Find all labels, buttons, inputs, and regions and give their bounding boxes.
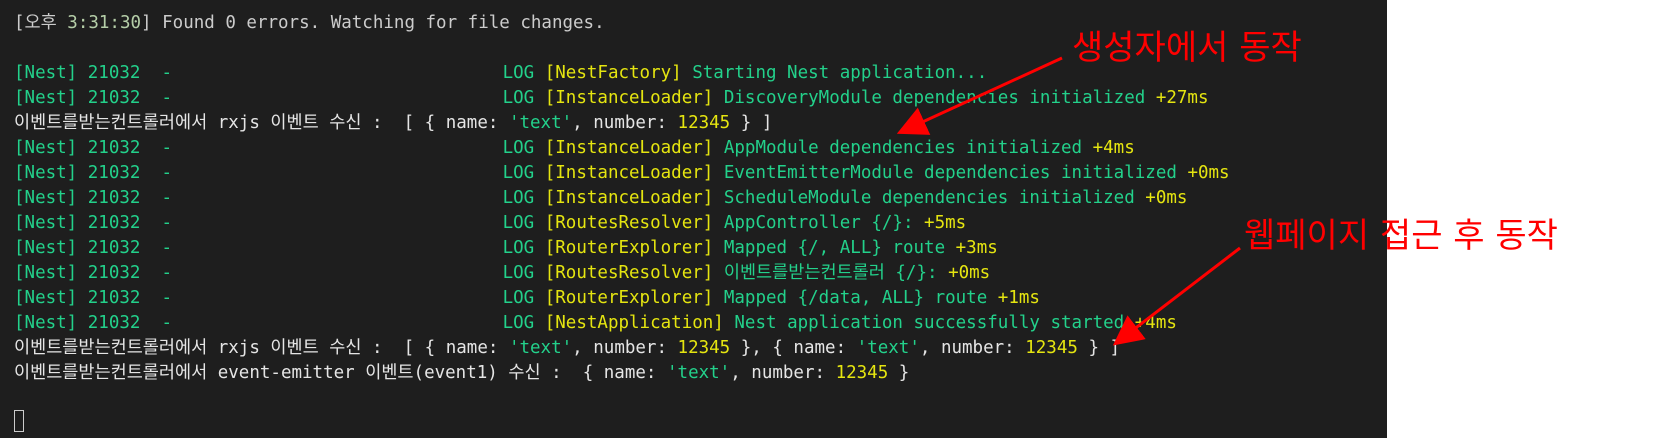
watch-prefix: [오후 xyxy=(14,13,68,33)
log-ms: +4ms xyxy=(1134,313,1177,333)
console-text: } ] xyxy=(1077,338,1121,358)
console-number: 12345 xyxy=(677,338,731,358)
console-line-3: 이벤트를받는컨트롤러에서 event-emitter 이벤트(event1) 수… xyxy=(14,360,909,386)
log-gap xyxy=(534,213,545,233)
log-row: [Nest] 21032 - LOG [NestFactory] Startin… xyxy=(14,60,987,86)
console-text: , number: xyxy=(730,363,836,383)
log-pid: [Nest] 21032 - xyxy=(14,138,183,158)
log-pid: [Nest] 21032 - xyxy=(14,213,183,233)
log-ms: +3ms xyxy=(955,238,998,258)
log-row: [Nest] 21032 - LOG [InstanceLoader] Sche… xyxy=(14,185,1187,211)
log-level: LOG xyxy=(502,63,535,83)
log-pid: [Nest] 21032 - xyxy=(14,63,183,83)
log-gap xyxy=(534,188,545,208)
log-row: [Nest] 21032 - LOG [RoutesResolver] AppC… xyxy=(14,210,966,236)
console-line-2: 이벤트를받는컨트롤러에서 rxjs 이벤트 수신 : [ { name: 'te… xyxy=(14,335,1120,361)
log-level: LOG xyxy=(502,213,535,233)
log-message: AppController {/}: xyxy=(713,213,925,233)
log-level: LOG xyxy=(502,138,535,158)
log-pid: [Nest] 21032 - xyxy=(14,263,183,283)
log-context: [InstanceLoader] xyxy=(544,88,714,108)
log-ms: +0ms xyxy=(948,263,991,283)
log-pid: [Nest] 21032 - xyxy=(14,313,183,333)
log-context: [InstanceLoader] xyxy=(544,188,714,208)
log-context: [NestApplication] xyxy=(544,313,724,333)
log-ms: +0ms xyxy=(1187,163,1230,183)
console-string: 'text' xyxy=(508,338,573,358)
watch-status-line: [오후 3:31:30] Found 0 errors. Watching fo… xyxy=(14,10,605,36)
log-message: DiscoveryModule dependencies initialized xyxy=(713,88,1156,108)
log-pid: [Nest] 21032 - xyxy=(14,188,183,208)
log-pid: [Nest] 21032 - xyxy=(14,163,183,183)
log-pid: [Nest] 21032 - xyxy=(14,238,183,258)
console-text: } xyxy=(888,363,910,383)
log-level: LOG xyxy=(502,263,535,283)
log-context: [InstanceLoader] xyxy=(544,163,714,183)
log-level: LOG xyxy=(502,238,535,258)
log-gap xyxy=(534,138,545,158)
log-gap xyxy=(534,88,545,108)
console-text: , number: xyxy=(572,113,678,133)
log-ms: +5ms xyxy=(924,213,967,233)
log-level: LOG xyxy=(502,88,535,108)
log-message: 이벤트를받는컨트롤러 {/}: xyxy=(713,263,949,283)
console-number: 12345 xyxy=(677,113,731,133)
webpage-annotation: 웹페이지 접근 후 동작 xyxy=(1244,216,1558,256)
log-message: Mapped {/data, ALL} route xyxy=(713,288,998,308)
log-message: Starting Nest application... xyxy=(681,63,988,83)
log-context: [RouterExplorer] xyxy=(544,288,714,308)
log-context: [RouterExplorer] xyxy=(544,238,714,258)
watch-suffix: ] Found 0 errors. Watching for file chan… xyxy=(141,13,605,33)
console-string: 'text' xyxy=(856,338,920,358)
log-message: Nest application successfully started xyxy=(723,313,1135,333)
console-text: 이벤트를받는컨트롤러에서 rxjs 이벤트 수신 : [ { name: xyxy=(14,113,509,133)
log-row: [Nest] 21032 - LOG [InstanceLoader] AppM… xyxy=(14,135,1135,161)
log-gap xyxy=(534,288,545,308)
console-string: 'text' xyxy=(667,363,731,383)
log-row: [Nest] 21032 - LOG [RoutesResolver] 이벤트를… xyxy=(14,260,990,286)
log-ms: +27ms xyxy=(1155,88,1209,108)
log-ms: +1ms xyxy=(997,288,1040,308)
log-gap xyxy=(534,238,545,258)
log-message: EventEmitterModule dependencies initiali… xyxy=(713,163,1188,183)
console-string: 'text' xyxy=(508,113,573,133)
console-line-1: 이벤트를받는컨트롤러에서 rxjs 이벤트 수신 : [ { name: 'te… xyxy=(14,110,772,136)
log-pid: [Nest] 21032 - xyxy=(14,88,183,108)
console-number: 12345 xyxy=(1025,338,1078,358)
console-text: }, { name: xyxy=(730,338,857,358)
console-text: 이벤트를받는컨트롤러에서 event-emitter 이벤트(event1) 수… xyxy=(14,363,667,383)
log-context: [InstanceLoader] xyxy=(544,138,714,158)
log-message: ScheduleModule dependencies initialized xyxy=(713,188,1146,208)
console-text: , number: xyxy=(919,338,1026,358)
terminal-cursor[interactable] xyxy=(14,410,24,432)
log-row: [Nest] 21032 - LOG [InstanceLoader] Even… xyxy=(14,160,1230,186)
log-row: [Nest] 21032 - LOG [RouterExplorer] Mapp… xyxy=(14,235,998,261)
log-message: Mapped {/, ALL} route xyxy=(713,238,956,258)
log-gap xyxy=(534,313,545,333)
log-level: LOG xyxy=(502,288,535,308)
console-number: 12345 xyxy=(835,363,889,383)
log-level: LOG xyxy=(502,313,535,333)
log-row: [Nest] 21032 - LOG [InstanceLoader] Disc… xyxy=(14,85,1209,111)
log-row: [Nest] 21032 - LOG [NestApplication] Nes… xyxy=(14,310,1177,336)
console-text: 이벤트를받는컨트롤러에서 rxjs 이벤트 수신 : [ { name: xyxy=(14,338,509,358)
log-ms: +4ms xyxy=(1092,138,1135,158)
log-context: [NestFactory] xyxy=(544,63,682,83)
console-text: , number: xyxy=(572,338,678,358)
log-row: [Nest] 21032 - LOG [RouterExplorer] Mapp… xyxy=(14,285,1040,311)
log-ms: +0ms xyxy=(1145,188,1188,208)
log-message: AppModule dependencies initialized xyxy=(713,138,1093,158)
watch-time: 3:31:30 xyxy=(67,13,142,33)
log-gap xyxy=(534,63,545,83)
log-gap xyxy=(534,163,545,183)
constructor-annotation: 생성자에서 동작 xyxy=(1072,28,1302,68)
log-context: [RoutesResolver] xyxy=(544,213,714,233)
log-pid: [Nest] 21032 - xyxy=(14,288,183,308)
log-level: LOG xyxy=(502,188,535,208)
log-context: [RoutesResolver] xyxy=(544,263,714,283)
console-text: } ] xyxy=(730,113,773,133)
log-level: LOG xyxy=(502,163,535,183)
log-gap xyxy=(534,263,545,283)
